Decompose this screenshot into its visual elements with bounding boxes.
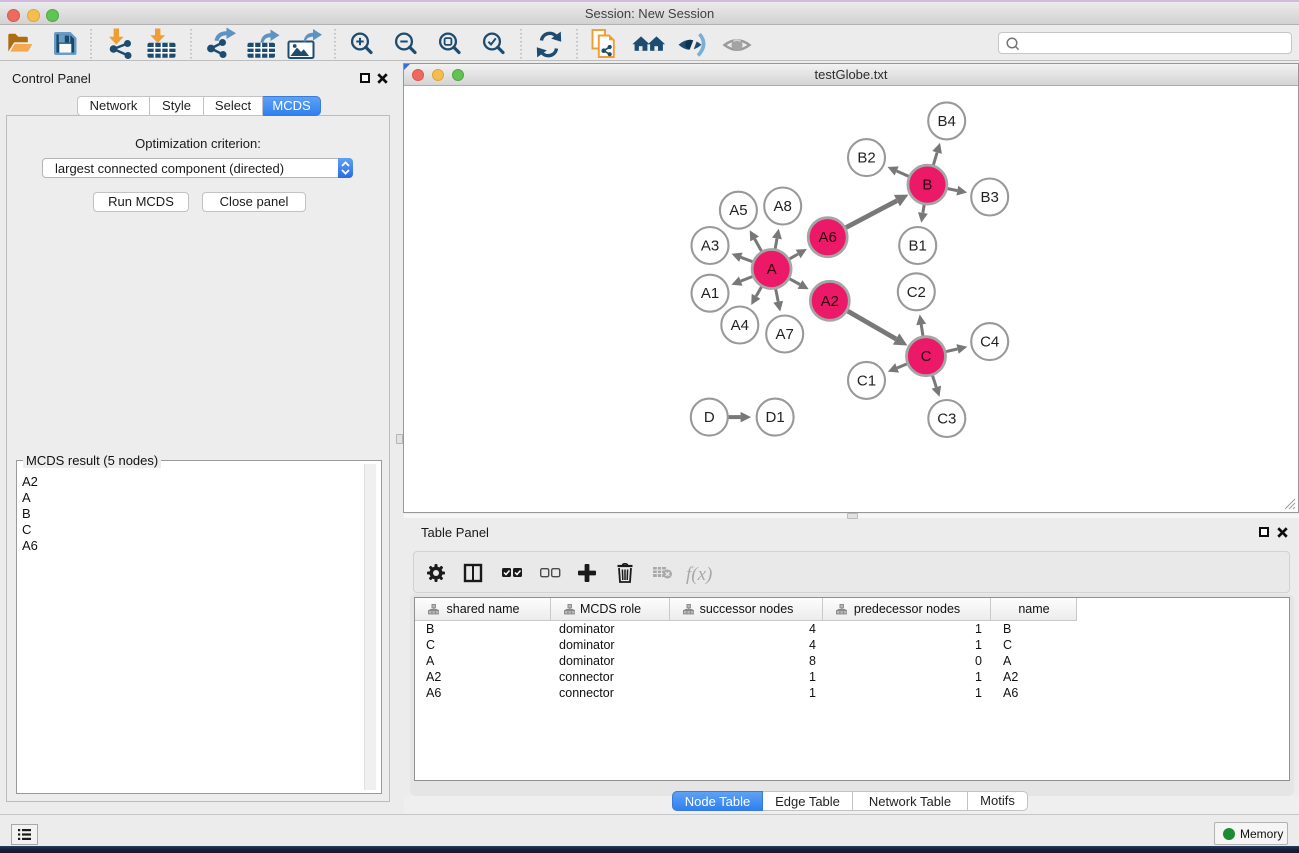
svg-text:C: C: [921, 348, 932, 365]
svg-text:A7: A7: [776, 326, 794, 343]
svg-text:A: A: [767, 261, 777, 278]
svg-text:C3: C3: [937, 411, 956, 428]
svg-text:A3: A3: [701, 238, 719, 255]
svg-text:D1: D1: [766, 409, 785, 426]
svg-text:C1: C1: [857, 372, 876, 389]
svg-text:A5: A5: [729, 202, 747, 219]
svg-text:B1: B1: [909, 238, 927, 255]
svg-text:A6: A6: [819, 229, 837, 246]
svg-text:D: D: [704, 409, 715, 426]
svg-text:C2: C2: [907, 284, 926, 301]
svg-text:B2: B2: [857, 150, 875, 167]
svg-text:A4: A4: [731, 317, 749, 334]
svg-text:A1: A1: [701, 285, 719, 302]
svg-text:A8: A8: [774, 198, 792, 215]
svg-text:f(x): f(x): [686, 564, 712, 585]
svg-text:B: B: [922, 177, 932, 194]
svg-text:B4: B4: [938, 113, 956, 130]
svg-text:A2: A2: [821, 293, 839, 310]
svg-text:C4: C4: [980, 334, 999, 351]
svg-text:B3: B3: [981, 189, 999, 206]
